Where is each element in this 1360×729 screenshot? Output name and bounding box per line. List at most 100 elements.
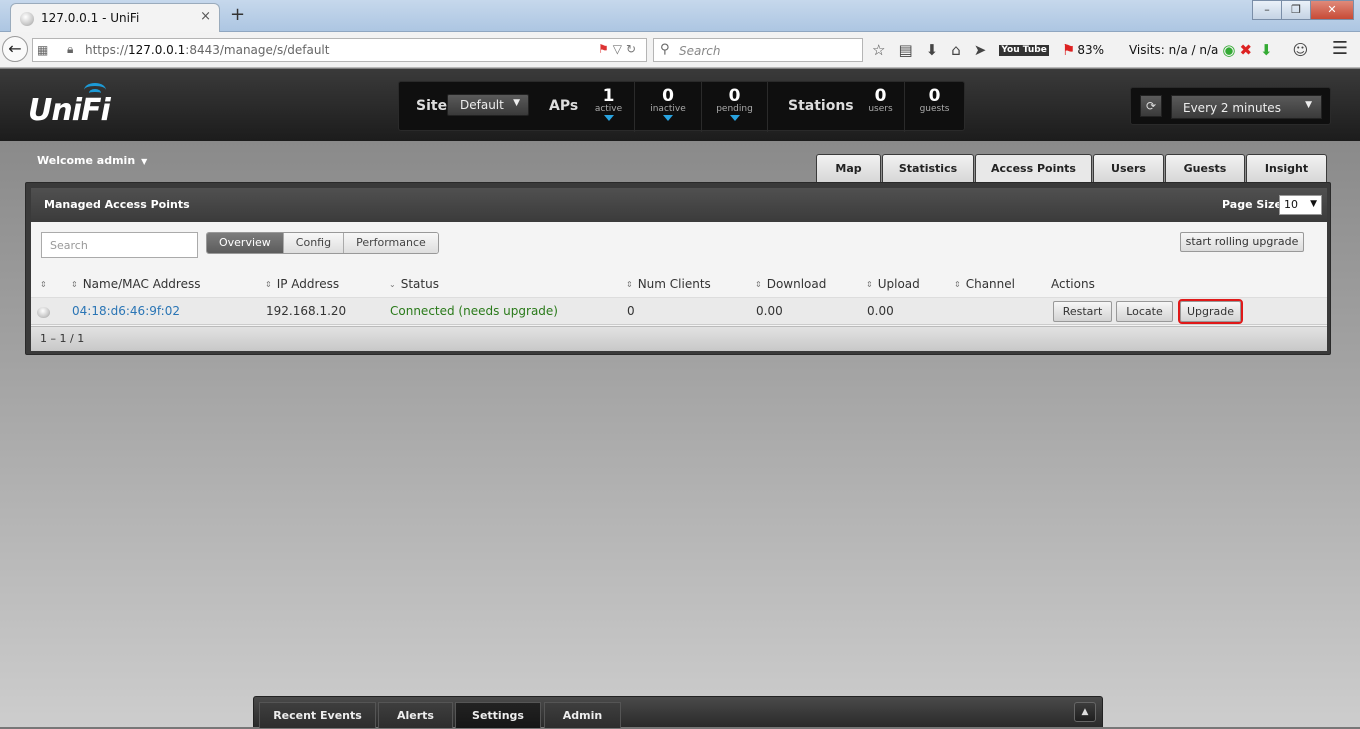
ap-mac-link[interactable]: 04:18:d6:46:9f:02 [72,304,180,318]
main-tabs: Map Statistics Access Points Users Guest… [816,154,1328,182]
sort-icon: ⇕ [866,280,873,289]
browser-tab-bar: 127.0.0.1 - UniFi × + – ❐ ✕ [0,0,1360,32]
tab-access-points[interactable]: Access Points [975,154,1092,182]
refresh-icon: ⟳ [1145,99,1157,113]
pagination-text: 1 – 1 / 1 [40,332,85,345]
stat-guests-label: guests [919,104,950,114]
ap-ip: 192.168.1.20 [266,304,347,318]
flag-icon[interactable]: ⚑ [598,42,613,56]
tab-admin[interactable]: Admin [544,702,621,728]
stat-active[interactable]: 1 active [583,82,635,132]
smiley-icon[interactable]: ☺ [1293,41,1309,59]
col-channel[interactable]: ⇕ Channel [954,277,1015,291]
stat-guests-num: 0 [928,86,941,106]
ap-status-led-icon [37,307,50,318]
tab-guests[interactable]: Guests [1165,154,1245,182]
stat-inactive[interactable]: 0 inactive [635,82,702,132]
tab-alerts[interactable]: Alerts [378,702,453,728]
tab-insight[interactable]: Insight [1246,154,1327,182]
send-icon[interactable]: ➤ [974,41,987,59]
clipboard-icon[interactable]: ▤ [898,41,912,59]
url-host: 127.0.0.1 [128,43,186,57]
tab-users[interactable]: Users [1093,154,1164,182]
visits-counter: Visits: n/a / n/a [1128,43,1219,57]
dropdown-arrow-icon[interactable]: ▽ [613,42,626,56]
ap-upload: 0.00 [867,304,894,318]
home-icon[interactable]: ⌂ [951,41,961,59]
youtube-icon[interactable]: You Tube [999,44,1049,56]
stat-inactive-num: 0 [662,86,674,106]
wifi-arc-inner-icon [89,89,101,97]
minimize-button[interactable]: – [1252,0,1282,20]
reload-icon[interactable]: ↻ [626,42,640,56]
upgrade-button[interactable]: Upgrade [1178,299,1243,324]
tab-recent-events[interactable]: Recent Events [259,702,376,728]
flag-addon-icon[interactable]: ⚑ [1062,41,1075,59]
locate-button[interactable]: Locate [1116,301,1173,322]
tab-statistics[interactable]: Statistics [882,154,974,182]
ap-status: Connected (needs upgrade) [390,304,558,318]
sort-led-column[interactable]: ⇕ [40,277,52,291]
view-overview[interactable]: Overview [207,233,284,253]
sort-icon: ⇕ [626,280,633,289]
tab-bottom-settings[interactable]: Settings [455,702,541,728]
col-status[interactable]: ⌄ Status [389,277,439,291]
green-download-icon[interactable]: ⬇ [1260,41,1273,59]
refresh-button[interactable]: ⟳ [1140,95,1162,117]
unifi-header: UniFi Site Default ▼ APs 1 active 0 inac… [0,69,1360,141]
rolling-upgrade-button[interactable]: start rolling upgrade [1180,232,1304,252]
col-clients[interactable]: ⇕ Num Clients [626,277,711,291]
restart-button[interactable]: Restart [1053,301,1112,322]
col-channel-label: Channel [965,277,1015,291]
chevron-down-icon: ▼ [141,157,148,166]
logo-text: UniFi [28,93,111,128]
search-icon: ⚲ [660,42,670,57]
url-scheme: https:// [85,43,129,57]
stat-inactive-label: inactive [650,104,686,114]
panel-body: Search Overview Config Performance start… [31,222,1327,351]
expand-panel-button[interactable]: ▲ [1074,702,1096,722]
col-ip[interactable]: ⇕ IP Address [265,277,339,291]
tab-close-icon[interactable]: × [200,9,211,24]
page-size-select[interactable]: 10 ▼ [1279,195,1322,215]
welcome-text: Welcome admin [37,154,136,167]
welcome-menu[interactable]: Welcome admin ▼ [37,154,147,167]
refresh-interval-select[interactable]: Every 2 minutes ▼ [1171,95,1322,119]
url-text[interactable]: https://127.0.0.1:8443/manage/s/default [85,43,329,57]
browser-tab[interactable]: 127.0.0.1 - UniFi × [10,3,220,32]
triangle-down-icon [729,115,740,121]
view-config[interactable]: Config [283,233,345,253]
site-label: Site [416,98,448,114]
new-tab-button[interactable]: + [230,4,245,25]
window-close-button[interactable]: ✕ [1310,0,1354,20]
stat-users[interactable]: 0 users [857,82,905,132]
bottom-bar: Recent Events Alerts Settings Admin ▲ [253,696,1103,728]
col-actions: Actions [1051,277,1095,291]
eye-icon[interactable]: ◉ [1222,41,1235,59]
aps-label: APs [549,98,579,114]
block-icon[interactable]: ✖ [1239,41,1252,59]
view-performance[interactable]: Performance [344,233,438,253]
col-upload[interactable]: ⇕ Upload [866,277,920,291]
url-bar[interactable]: ▦ 🔒︎ https://127.0.0.1:8443/manage/s/def… [32,38,647,62]
triangle-down-icon [603,115,614,121]
status-bar: Site Default ▼ APs 1 active 0 inactive 0… [398,81,965,132]
tab-map[interactable]: Map [816,154,881,182]
col-name[interactable]: ⇕ Name/MAC Address [71,277,200,291]
back-button[interactable]: ← [2,36,28,62]
chevron-down-icon: ▼ [513,98,520,108]
browser-search-bar[interactable]: ⚲ Search [653,38,863,62]
bookmark-star-icon[interactable]: ☆ [872,41,885,59]
site-select[interactable]: Default ▼ [447,94,529,116]
col-download[interactable]: ⇕ Download [755,277,826,291]
search-input[interactable]: Search [41,232,198,258]
stat-guests[interactable]: 0 guests [905,82,964,132]
download-icon[interactable]: ⬇ [926,41,939,59]
access-points-panel: Managed Access Points Page Size 10 ▼ Sea… [25,182,1331,355]
stat-pending[interactable]: 0 pending [702,82,768,132]
menu-hamburger-icon[interactable]: ☰ [1332,38,1348,59]
maximize-button[interactable]: ❐ [1281,0,1311,20]
chevron-up-icon: ▲ [1081,707,1089,717]
site-identity-icon[interactable]: ▦ [37,43,48,57]
search-input-placeholder: Search [50,239,88,252]
